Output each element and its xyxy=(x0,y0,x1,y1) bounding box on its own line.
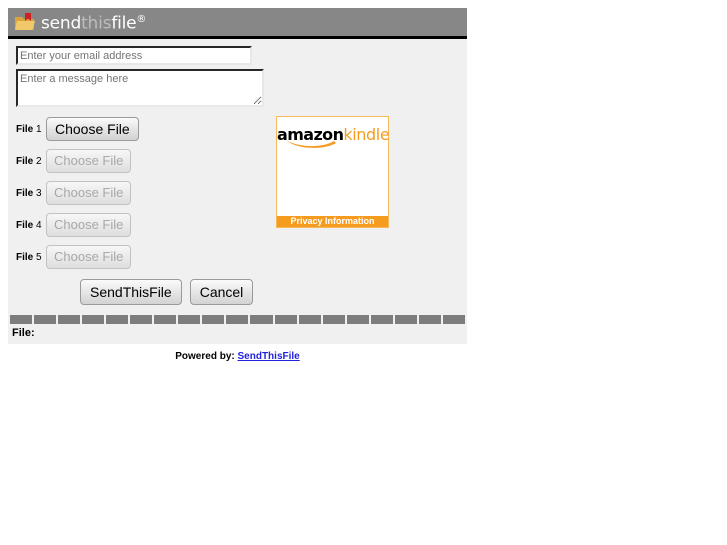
brand-text-send: send xyxy=(41,13,82,34)
progress-segment xyxy=(178,315,201,324)
progress-segment xyxy=(250,315,273,324)
file-row: File 5 Choose File xyxy=(16,241,276,273)
file-label: File 2 xyxy=(16,155,42,167)
powered-by-prefix: Powered by: xyxy=(175,351,235,362)
email-row xyxy=(8,46,467,69)
progress-segment xyxy=(154,315,177,324)
progress-segment xyxy=(82,315,105,324)
amazon-kindle-ad[interactable]: amazonkindle Privacy Information xyxy=(276,116,390,228)
sendthisfile-applet: sendthisfile® File 1 Choose File File 2 … xyxy=(8,8,467,362)
progress-segment xyxy=(322,315,345,324)
progress-segment xyxy=(274,315,297,324)
file-label: File 4 xyxy=(16,219,42,231)
brand-text-file: file xyxy=(111,13,137,34)
files-and-ad-region: File 1 Choose File File 2 Choose File Fi… xyxy=(8,113,467,273)
choose-file-button-5: Choose File xyxy=(46,245,132,269)
sendthisfile-submit-button[interactable]: SendThisFile xyxy=(80,279,182,305)
amazon-smile-icon xyxy=(286,140,336,148)
status-bar: File: xyxy=(8,324,467,344)
sendthisfile-link[interactable]: SendThisFile xyxy=(238,351,300,362)
choose-file-button-2: Choose File xyxy=(46,149,132,173)
progress-segment xyxy=(34,315,57,324)
progress-segment xyxy=(130,315,153,324)
cancel-button[interactable]: Cancel xyxy=(189,279,254,305)
progress-segment xyxy=(106,315,129,324)
message-row xyxy=(8,69,467,113)
file-label: File 1 xyxy=(16,123,42,135)
progress-segment xyxy=(58,315,81,324)
ad-privacy-link[interactable]: Privacy Information xyxy=(277,216,388,227)
brand-trademark: ® xyxy=(136,14,147,26)
brand-text-this: this xyxy=(81,13,112,34)
brand-logo: sendthisfile® xyxy=(14,10,146,34)
choose-file-button-1[interactable]: Choose File xyxy=(46,117,139,141)
progress-segment xyxy=(346,315,369,324)
ad-brand: amazonkindle xyxy=(277,117,390,148)
ad-brand-kindle: kindle xyxy=(343,125,390,144)
file-row: File 1 Choose File xyxy=(16,113,276,145)
upload-progress-bar xyxy=(8,315,467,324)
email-input[interactable] xyxy=(16,46,252,65)
file-row: File 3 Choose File xyxy=(16,177,276,209)
progress-segment xyxy=(370,315,393,324)
progress-segment xyxy=(418,315,441,324)
progress-segment xyxy=(394,315,417,324)
app-header: sendthisfile® xyxy=(8,8,467,39)
powered-by-footer: Powered by: SendThisFile xyxy=(8,344,467,362)
progress-segment xyxy=(442,315,465,324)
form-panel: File 1 Choose File File 2 Choose File Fi… xyxy=(8,39,467,344)
action-buttons: SendThisFile Cancel xyxy=(8,273,467,315)
status-file-label: File: xyxy=(12,327,35,339)
file-label: File 5 xyxy=(16,251,42,263)
message-textarea[interactable] xyxy=(16,69,264,107)
file-label: File 3 xyxy=(16,187,42,199)
progress-segment xyxy=(226,315,249,324)
file-chooser-list: File 1 Choose File File 2 Choose File Fi… xyxy=(16,113,276,273)
choose-file-button-4: Choose File xyxy=(46,213,132,237)
progress-segment xyxy=(298,315,321,324)
choose-file-button-3: Choose File xyxy=(46,181,132,205)
folder-flag-icon xyxy=(14,12,36,32)
progress-segment xyxy=(10,315,33,324)
file-row: File 4 Choose File xyxy=(16,209,276,241)
progress-segment xyxy=(202,315,225,324)
file-row: File 2 Choose File xyxy=(16,145,276,177)
